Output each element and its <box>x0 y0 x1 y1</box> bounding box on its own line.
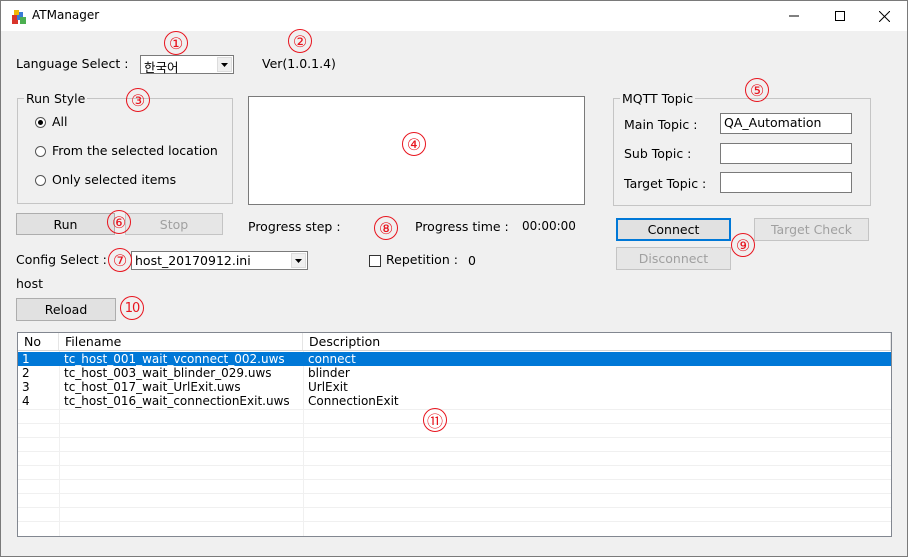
window-title: ATManager <box>32 8 100 22</box>
cell-filename: tc_host_003_wait_blinder_029.uws <box>64 366 272 380</box>
reload-button-label: Reload <box>44 302 88 317</box>
table-row[interactable]: 3 tc_host_017_wait_UrlExit.uws UrlExit <box>18 380 891 394</box>
column-filename[interactable]: Filename <box>59 333 303 350</box>
cell-filename: tc_host_001_wait_vconnect_002.uws <box>64 352 285 366</box>
target-check-button[interactable]: Target Check <box>754 218 869 241</box>
close-icon <box>878 10 890 22</box>
cell-no: 3 <box>22 380 30 394</box>
radio-only-selected-label: Only selected items <box>52 172 177 187</box>
grid-line <box>18 437 891 438</box>
grid-line <box>18 423 891 424</box>
radio-from-selected[interactable] <box>35 146 46 157</box>
dropdown-button[interactable] <box>291 253 306 268</box>
host-text: host <box>16 276 43 291</box>
annotation-marker-4: ④ <box>402 132 426 156</box>
cell-no: 1 <box>22 352 30 366</box>
maximize-icon <box>835 11 845 21</box>
app-icon <box>12 10 26 24</box>
list-header: No Filename Description <box>18 333 891 351</box>
test-case-list[interactable]: No Filename Description 1 tc_host_001_wa… <box>17 332 892 537</box>
main-topic-value: QA_Automation <box>724 115 822 130</box>
repetition-checkbox[interactable] <box>369 255 381 267</box>
annotation-marker-8: ⑧ <box>374 216 398 240</box>
cell-description: ConnectionExit <box>308 394 399 408</box>
radio-only-selected[interactable] <box>35 175 46 186</box>
disconnect-button[interactable]: Disconnect <box>616 247 731 270</box>
radio-all[interactable] <box>35 117 46 128</box>
minimize-icon <box>789 15 799 17</box>
grid-line <box>18 479 891 480</box>
annotation-marker-11: ⑪ <box>423 408 447 432</box>
grid-line <box>18 451 891 452</box>
table-row[interactable]: 2 tc_host_003_wait_blinder_029.uws blind… <box>18 366 891 380</box>
repetition-value: 0 <box>468 253 476 268</box>
cell-description: connect <box>308 352 356 366</box>
config-label: Config Select : <box>16 252 107 267</box>
grid-line <box>18 465 891 466</box>
title-bar[interactable]: ATManager <box>1 1 907 31</box>
radio-from-selected-label: From the selected location <box>52 143 218 158</box>
grid-line <box>18 521 891 522</box>
grid-line <box>18 409 891 410</box>
disconnect-button-label: Disconnect <box>638 251 709 266</box>
minimize-button[interactable] <box>771 1 817 31</box>
column-description[interactable]: Description <box>303 333 891 350</box>
cell-filename: tc_host_016_wait_connectionExit.uws <box>64 394 290 408</box>
config-value: host_20170912.ini <box>135 253 251 268</box>
progress-time-label: Progress time : <box>415 219 509 234</box>
progress-time-value: 00:00:00 <box>522 219 576 233</box>
run-button[interactable]: Run <box>16 213 115 235</box>
repetition-label: Repetition : <box>386 252 458 267</box>
stop-button-label: Stop <box>159 216 189 232</box>
annotation-marker-3: ③ <box>126 88 150 112</box>
sub-topic-label: Sub Topic : <box>624 146 692 161</box>
language-value: 한국어 <box>144 60 179 75</box>
target-check-button-label: Target Check <box>770 222 853 237</box>
dropdown-button[interactable] <box>217 57 232 72</box>
grid-line <box>18 493 891 494</box>
annotation-marker-2: ② <box>288 29 312 53</box>
annotation-marker-6: ⑥ <box>107 210 131 234</box>
target-topic-input[interactable] <box>720 172 852 193</box>
main-topic-label: Main Topic : <box>624 117 698 132</box>
cell-filename: tc_host_017_wait_UrlExit.uws <box>64 380 241 394</box>
radio-all-label: All <box>52 114 68 129</box>
annotation-marker-1: ① <box>164 31 188 55</box>
language-label: Language Select : <box>16 56 129 71</box>
run-button-label: Run <box>53 216 78 232</box>
connect-button-label: Connect <box>647 222 700 237</box>
app-window: ATManager Language Select : 한국어 Ver(1.0.… <box>0 0 908 557</box>
version-text: Ver(1.0.1.4) <box>262 56 336 71</box>
annotation-marker-5: ⑤ <box>745 78 769 102</box>
annotation-marker-9: ⑨ <box>731 233 755 257</box>
close-button[interactable] <box>861 1 907 31</box>
run-style-legend: Run Style <box>24 91 88 106</box>
sub-topic-input[interactable] <box>720 143 852 164</box>
chevron-down-icon <box>295 258 302 263</box>
stop-button[interactable]: Stop <box>125 213 223 235</box>
progress-step-label: Progress step : <box>248 219 341 234</box>
cell-no: 2 <box>22 366 30 380</box>
column-no[interactable]: No <box>18 333 59 350</box>
chevron-down-icon <box>221 62 228 67</box>
table-row[interactable]: 1 tc_host_001_wait_vconnect_002.uws conn… <box>18 352 891 366</box>
connect-button[interactable]: Connect <box>616 218 731 241</box>
mqtt-legend: MQTT Topic <box>620 91 696 106</box>
cell-description: UrlExit <box>308 380 348 394</box>
maximize-button[interactable] <box>817 1 863 31</box>
main-topic-input[interactable]: QA_Automation <box>720 113 852 134</box>
target-topic-label: Target Topic : <box>624 176 707 191</box>
annotation-marker-10: 10 <box>120 296 144 320</box>
annotation-marker-7: ⑦ <box>108 248 132 272</box>
language-select[interactable]: 한국어 <box>140 55 234 75</box>
config-select[interactable]: host_20170912.ini <box>131 251 308 270</box>
grid-line <box>18 507 891 508</box>
reload-button[interactable]: Reload <box>16 298 116 321</box>
cell-description: blinder <box>308 366 350 380</box>
cell-no: 4 <box>22 394 30 408</box>
table-row[interactable]: 4 tc_host_016_wait_connectionExit.uws Co… <box>18 394 891 408</box>
